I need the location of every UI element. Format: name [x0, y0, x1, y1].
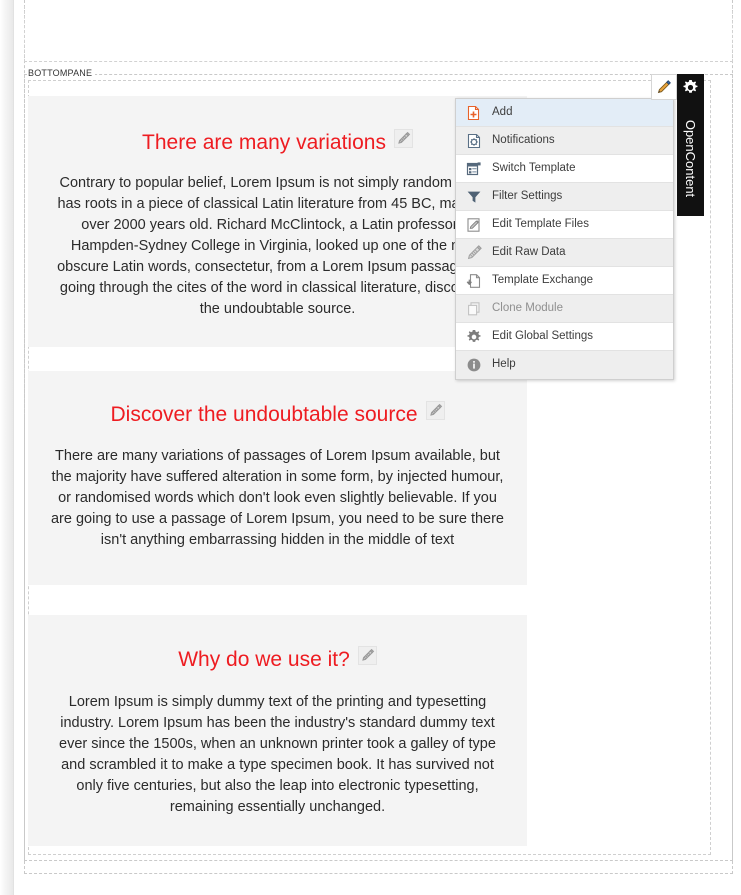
menu-item-label: Edit Global Settings — [492, 329, 594, 342]
block-title-text: There are many variations — [142, 131, 386, 154]
opencontent-dropdown-menu[interactable]: Add Notifications Switch Template Filter… — [455, 98, 674, 380]
opencontent-vertical-tab[interactable]: OpenContent — [677, 101, 704, 216]
edit-pencil-icon[interactable] — [425, 401, 445, 420]
content-block: Why do we use it? Lorem Ipsum is simply … — [28, 615, 527, 846]
gear-icon — [683, 80, 698, 93]
menu-item-label: Edit Raw Data — [492, 245, 566, 258]
menu-item-add[interactable]: Add — [456, 99, 673, 127]
edit-raw-data-icon — [465, 244, 483, 262]
block-body: Lorem Ipsum is simply dummy text of the … — [59, 694, 496, 816]
menu-item-label: Switch Template — [492, 161, 576, 174]
template-exchange-icon — [465, 272, 483, 290]
block-title-text: Why do we use it? — [178, 648, 350, 671]
block-body: There are many variations of passages of… — [50, 448, 504, 549]
menu-item-edit-template-files[interactable]: Edit Template Files — [456, 211, 673, 239]
top-pane — [24, 6, 733, 62]
menu-item-label: Add — [492, 105, 513, 118]
switch-template-icon — [465, 160, 483, 178]
block-body: Contrary to popular belief, Lorem Ipsum … — [57, 175, 498, 318]
edit-pencil-icon[interactable] — [357, 646, 377, 665]
edit-template-files-icon — [465, 216, 483, 234]
left-edge-strip — [0, 0, 14, 895]
block-title-text: Discover the undoubtable source — [110, 403, 418, 426]
menu-item-label: Edit Template Files — [492, 217, 589, 230]
menu-item-edit-raw-data[interactable]: Edit Raw Data — [456, 239, 673, 267]
notifications-icon — [465, 132, 483, 150]
filter-icon — [465, 188, 483, 206]
opencontent-gear-button[interactable] — [677, 74, 704, 101]
edit-pencil-icon[interactable] — [393, 129, 413, 148]
settings-gear-icon — [465, 328, 483, 346]
content-block: Discover the undoubtable source There ar… — [28, 371, 527, 585]
add-document-icon — [465, 104, 483, 122]
help-info-icon — [465, 356, 483, 374]
pencil-icon — [657, 80, 671, 94]
menu-item-template-exchange[interactable]: Template Exchange — [456, 267, 673, 295]
menu-item-clone-module[interactable]: Clone Module — [456, 295, 673, 323]
menu-item-filter-settings[interactable]: Filter Settings — [456, 183, 673, 211]
block-title: There are many variations — [28, 96, 527, 155]
menu-item-label: Filter Settings — [492, 189, 563, 202]
menu-item-label: Template Exchange — [492, 273, 594, 286]
menu-item-label: Notifications — [492, 133, 555, 146]
content-block: There are many variations Contrary to po… — [28, 96, 527, 347]
menu-item-edit-global-settings[interactable]: Edit Global Settings — [456, 323, 673, 351]
menu-item-label: Clone Module — [492, 301, 563, 314]
clone-module-icon — [465, 300, 483, 318]
menu-item-notifications[interactable]: Notifications — [456, 127, 673, 155]
opencontent-tab-label: OpenContent — [683, 119, 698, 198]
menu-item-label: Help — [492, 358, 516, 371]
menu-item-help[interactable]: Help — [456, 351, 673, 379]
edit-module-pencil-button[interactable] — [651, 74, 677, 100]
bottompane-label: BOTTOMPANE — [28, 68, 96, 78]
block-title: Discover the undoubtable source — [28, 371, 527, 427]
block-title: Why do we use it? — [28, 615, 527, 672]
menu-item-switch-template[interactable]: Switch Template — [456, 155, 673, 183]
